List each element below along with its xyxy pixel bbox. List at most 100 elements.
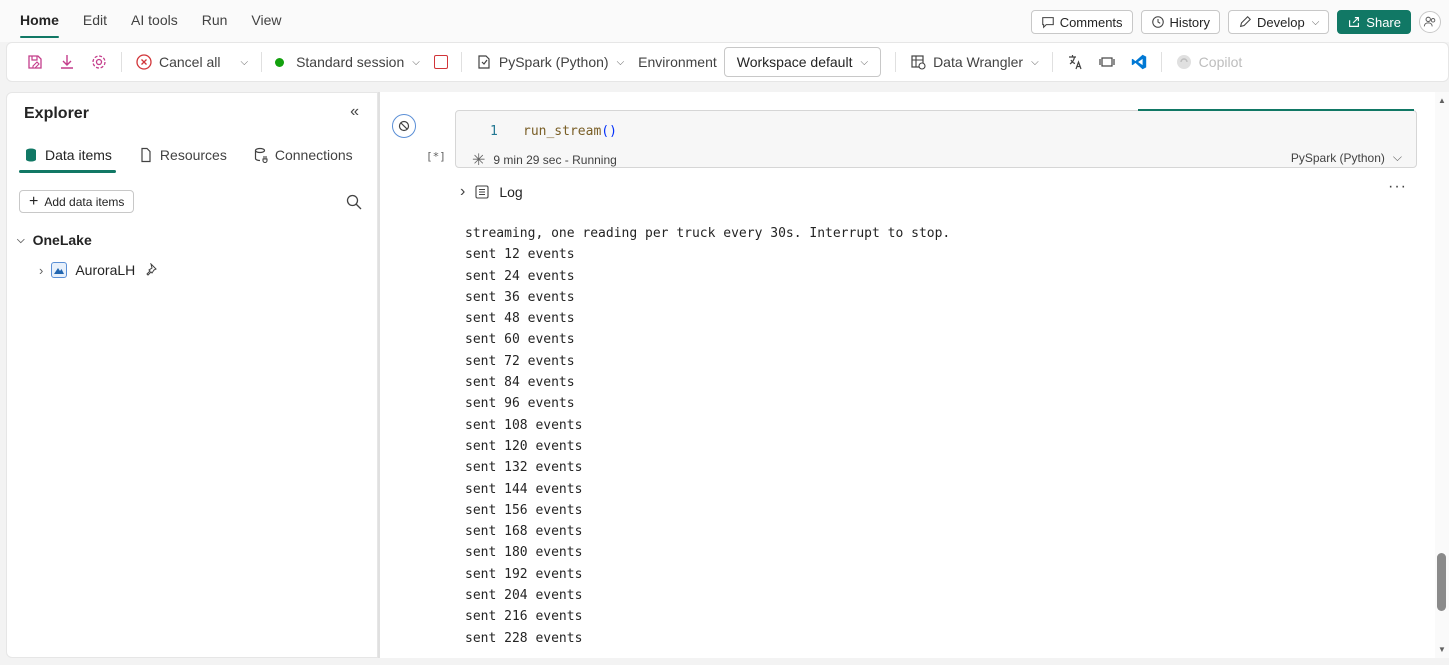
save-button[interactable] — [19, 48, 51, 76]
output-line: sent 96 events — [465, 396, 575, 412]
menu-home[interactable]: Home — [8, 8, 71, 38]
pin-icon[interactable] — [143, 263, 158, 277]
code-line[interactable]: run_stream() — [523, 124, 617, 139]
environment-label: Environment — [631, 48, 724, 76]
menu-ai-tools[interactable]: AI tools — [119, 8, 190, 32]
vscode-button[interactable] — [1123, 48, 1155, 76]
execution-count: [*] — [426, 150, 446, 163]
collapse-panel-icon[interactable]: « — [350, 103, 359, 121]
main-menu: Home Edit AI tools Run View — [8, 8, 294, 38]
tab-data-items[interactable]: Data items — [19, 145, 116, 173]
session-dropdown[interactable]: Standard session ⌵ — [268, 48, 427, 76]
workspace-select[interactable]: Workspace default ⌵ — [723, 47, 882, 77]
cancel-circle-icon — [136, 54, 152, 70]
data-wrangler-dropdown[interactable]: Data Wrangler ⌵ — [902, 48, 1046, 76]
stop-session-button[interactable] — [427, 48, 455, 76]
chevron-down-icon: ⌵ — [1311, 16, 1320, 28]
output-line: sent 24 events — [465, 268, 575, 284]
chevron-down-icon: ⌵ — [1392, 150, 1402, 164]
output-line: sent 36 events — [465, 289, 575, 305]
output-line: sent 72 events — [465, 353, 575, 369]
code-parens: () — [601, 124, 617, 139]
output-line: sent 192 events — [465, 566, 583, 582]
output-line: sent 228 events — [465, 630, 583, 646]
history-button[interactable]: History — [1140, 10, 1220, 34]
ribbon-divider — [121, 52, 122, 72]
code-cell[interactable]: 1 run_stream() ✳ 9 min 29 sec - Running … — [455, 109, 1417, 169]
settings-button[interactable] — [83, 48, 115, 76]
cell-progress-line — [1138, 109, 1414, 111]
session-status-dot — [275, 57, 285, 67]
line-number: 1 — [490, 124, 498, 139]
tree-item-auroralh[interactable]: › AuroraLH — [39, 262, 158, 278]
cancel-all-label: Cancel all — [159, 54, 221, 70]
output-line: sent 144 events — [465, 481, 583, 497]
scroll-down-arrow-icon[interactable]: ▼ — [1438, 645, 1446, 654]
ribbon-divider — [261, 52, 263, 72]
vscode-icon — [1131, 54, 1146, 70]
cancel-all-button[interactable]: Cancel all ⌵ — [128, 48, 255, 76]
copilot-button[interactable]: Copilot — [1168, 48, 1250, 76]
copilot-label: Copilot — [1198, 54, 1243, 70]
plus-icon: + — [29, 192, 39, 210]
menu-view[interactable]: View — [239, 8, 293, 32]
output-line: sent 204 events — [465, 588, 583, 604]
language-icon — [478, 55, 490, 69]
session-label: Standard session — [296, 54, 405, 70]
gear-icon — [92, 55, 106, 69]
download-icon — [61, 55, 73, 69]
output-line: sent 180 events — [465, 545, 583, 561]
output-line: sent 48 events — [465, 311, 575, 327]
chevron-down-icon: ⌵ — [1031, 56, 1039, 68]
menu-edit[interactable]: Edit — [71, 8, 119, 32]
scroll-up-arrow-icon[interactable]: ▲ — [1438, 96, 1446, 105]
tab-connections[interactable]: Connections — [249, 145, 357, 173]
comment-icon — [1041, 17, 1054, 29]
cell-stop-icon[interactable] — [392, 114, 416, 138]
scrollbar-thumb[interactable] — [1437, 553, 1446, 611]
explorer-tabs: Data items Resources Connections — [19, 145, 369, 173]
log-label: Log — [499, 184, 523, 200]
more-options-icon[interactable]: ··· — [1388, 178, 1407, 196]
tab-resources[interactable]: Resources — [134, 145, 231, 173]
add-data-items-button[interactable]: + Add data items — [19, 190, 135, 213]
lakehouse-icon — [51, 262, 68, 278]
onelake-label: OneLake — [32, 232, 92, 248]
translate-button[interactable] — [1059, 48, 1091, 76]
focus-mode-icon — [1099, 57, 1115, 67]
explorer-title: Explorer — [24, 105, 89, 122]
cell-language-dropdown[interactable]: PySpark (Python) ⌵ — [1291, 150, 1402, 165]
chevron-right-icon: › — [460, 183, 466, 200]
vertical-scrollbar[interactable]: ▲ ▼ — [1435, 92, 1449, 658]
share-label: Share — [1366, 14, 1401, 30]
tab-connections-label: Connections — [274, 147, 353, 163]
search-icon[interactable] — [345, 193, 363, 211]
people-icon[interactable] — [1419, 11, 1441, 33]
share-button[interactable]: Share — [1337, 10, 1411, 34]
translate-icon — [1068, 55, 1082, 70]
chevron-down-icon[interactable]: ⌵ — [240, 57, 248, 68]
explorer-panel: Explorer « Data items Resources Connecti… — [6, 92, 378, 658]
focus-mode-button[interactable] — [1091, 48, 1123, 76]
output-line: sent 108 events — [465, 417, 583, 433]
cell-language-label: PySpark (Python) — [1290, 150, 1385, 165]
output-line: sent 120 events — [465, 438, 583, 454]
comments-button[interactable]: Comments — [1030, 10, 1133, 34]
copilot-icon — [1176, 55, 1191, 69]
chevron-down-icon: ⌵ — [412, 56, 420, 68]
download-button[interactable] — [51, 48, 83, 76]
language-dropdown[interactable]: PySpark (Python) ⌵ — [468, 48, 631, 76]
pencil-icon — [1239, 16, 1251, 28]
log-toggle[interactable]: › Log — [460, 183, 523, 201]
develop-button[interactable]: Develop ⌵ — [1228, 10, 1330, 34]
add-data-items-label: Add data items — [44, 194, 125, 209]
menu-run[interactable]: Run — [190, 8, 240, 32]
history-label: History — [1169, 14, 1210, 30]
ribbon-divider — [460, 52, 462, 72]
workspace-label: Workspace default — [736, 54, 853, 70]
tab-data-items-label: Data items — [45, 147, 112, 163]
cell-output: streaming, one reading per truck every 3… — [465, 223, 950, 649]
tree-item-onelake[interactable]: ⌵ OneLake — [15, 232, 92, 248]
top-actions: Comments History Develop ⌵ Share — [1030, 10, 1441, 34]
language-label: PySpark (Python) — [498, 54, 609, 70]
